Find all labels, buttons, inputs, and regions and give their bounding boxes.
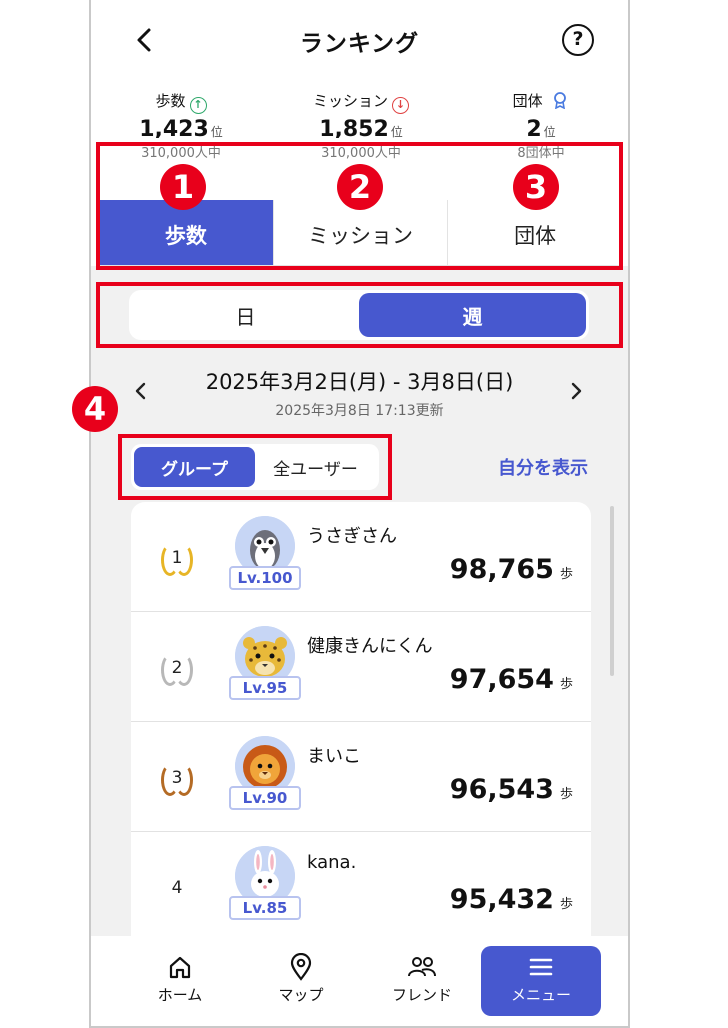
menu-icon (529, 958, 553, 976)
step-unit: 歩 (559, 567, 573, 582)
summary-label: ミッション (312, 92, 388, 110)
ranking-row[interactable]: 4 Lv.85 kana. 95,432 歩 (131, 832, 591, 942)
summary-value: 1,423 (139, 117, 209, 138)
rank-medal-gold: 1 (157, 538, 197, 578)
summary-value: 1,852 (319, 117, 389, 138)
rank-medal-silver: 2 (157, 648, 197, 688)
nav-label: マップ (278, 986, 324, 1004)
arrow-up-circle-icon: ↑ (189, 97, 207, 114)
next-period-button[interactable] (564, 376, 588, 406)
ranking-row[interactable]: 2 Lv.95 健康きんにくん 97,654 歩 (131, 612, 591, 722)
step-unit: 歩 (559, 897, 573, 912)
list-scrollbar[interactable] (610, 506, 614, 676)
ranking-content: 日 週 2025年3月2日(月) - 3月8日(日) 2025年3月8日 17:… (91, 266, 628, 952)
nav-map[interactable]: マップ (246, 950, 356, 1020)
show-self-link[interactable]: 自分を表示 (498, 454, 588, 480)
help-button[interactable]: ? (562, 24, 594, 56)
ranking-list: 1 Lv.100 うさぎさん 98,765 歩 2 Lv.95 健康きんにくん 9… (131, 502, 591, 952)
chevron-right-icon (571, 382, 582, 400)
home-icon (169, 956, 191, 979)
annotation-badge: 4 (72, 386, 118, 432)
updated-time: 2025年3月8日 17:13更新 (275, 403, 444, 419)
map-pin-icon (290, 953, 312, 981)
summary-label: 歩数 (155, 92, 186, 110)
help-circle-icon: ? (572, 28, 584, 50)
step-count: 95,432 (449, 884, 554, 915)
annotation-badge: 2 (337, 164, 383, 210)
summary-unit: 位 (390, 125, 403, 138)
annotation-box-scope (118, 434, 392, 500)
level-badge: Lv.85 (229, 896, 301, 920)
step-count: 96,543 (449, 774, 554, 805)
step-unit: 歩 (559, 787, 573, 802)
page-title: ランキング (299, 31, 420, 57)
summary-unit: 位 (210, 125, 223, 138)
annotation-box-period (96, 282, 623, 348)
summary-value: 2 (526, 117, 542, 138)
step-count: 98,765 (449, 554, 554, 585)
user-name: kana. (307, 852, 357, 873)
date-range: 2025年3月2日(月) - 3月8日(日) (205, 370, 514, 394)
annotation-badge: 3 (513, 164, 559, 210)
user-name: 健康きんにくん (307, 636, 433, 657)
level-badge: Lv.100 (229, 566, 301, 590)
nav-friends[interactable]: フレンド (367, 950, 477, 1020)
friends-icon (408, 957, 436, 977)
user-name: うさぎさん (307, 526, 397, 547)
level-badge: Lv.90 (229, 786, 301, 810)
app-header: ランキング ? (91, 0, 628, 82)
ranking-row[interactable]: 1 Lv.100 うさぎさん 98,765 歩 (131, 502, 591, 612)
nav-label: ホーム (157, 986, 203, 1004)
award-icon (554, 92, 567, 110)
level-badge: Lv.95 (229, 676, 301, 700)
summary-label: 団体 (512, 92, 543, 110)
nav-label: メニュー (510, 986, 571, 1004)
nav-home[interactable]: ホーム (125, 950, 235, 1020)
bottom-navigation: ホーム マップ フレンド メニュー (91, 936, 628, 1026)
ranking-row[interactable]: 3 Lv.90 まいこ 96,543 歩 (131, 722, 591, 832)
rank-number: 4 (171, 878, 183, 898)
arrow-down-circle-icon: ↓ (392, 97, 409, 114)
step-count: 97,654 (449, 664, 554, 695)
rank-medal-bronze: 3 (157, 758, 197, 798)
step-unit: 歩 (559, 677, 573, 692)
nav-label: フレンド (391, 986, 452, 1004)
annotation-badge: 1 (160, 164, 206, 210)
user-name: まいこ (307, 746, 361, 767)
summary-unit: 位 (543, 125, 556, 138)
nav-menu[interactable]: メニュー (481, 946, 601, 1016)
